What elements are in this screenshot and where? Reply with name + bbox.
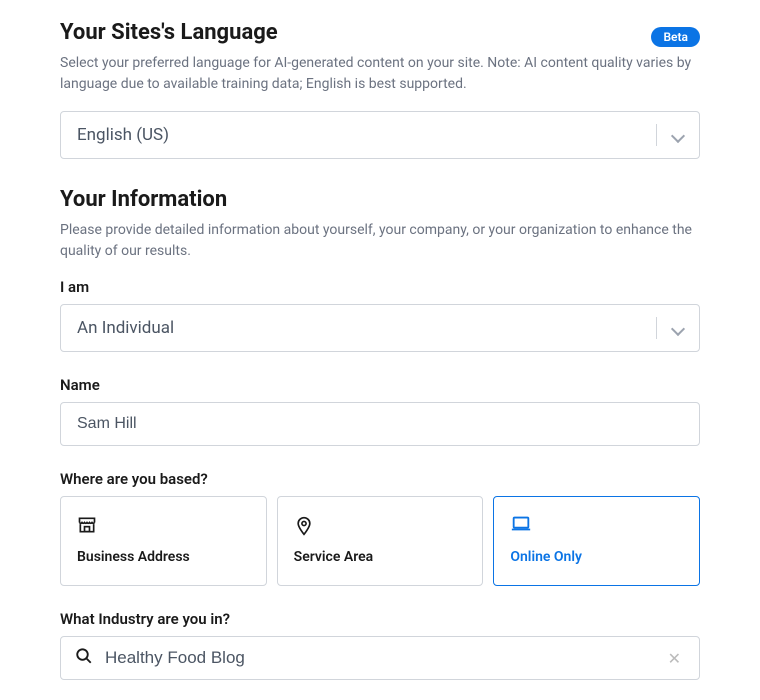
chevron-down-icon (656, 317, 683, 339)
industry-search[interactable]: ✕ (60, 636, 700, 680)
language-select[interactable]: English (US) (60, 111, 700, 159)
chevron-down-icon (656, 124, 683, 146)
information-description: Please provide detailed information abou… (60, 220, 700, 262)
storefront-icon (77, 515, 250, 549)
industry-input[interactable] (105, 648, 652, 668)
based-field: Where are you based? Business Address (60, 470, 700, 586)
industry-label: What Industry are you in? (60, 610, 700, 628)
name-input[interactable] (60, 402, 700, 446)
iam-select[interactable]: An Individual (60, 304, 700, 352)
industry-field: What Industry are you in? ✕ (60, 610, 700, 680)
option-service-area[interactable]: Service Area (277, 496, 484, 586)
information-section: Your Information Please provide detailed… (60, 187, 700, 680)
name-field: Name (60, 376, 700, 446)
language-title: Your Sites's Language (60, 20, 278, 45)
language-section: Your Sites's Language Beta Select your p… (60, 20, 700, 159)
option-business-address[interactable]: Business Address (60, 496, 267, 586)
iam-field: I am An Individual (60, 278, 700, 352)
laptop-icon (510, 515, 683, 549)
language-description: Select your preferred language for AI-ge… (60, 53, 700, 95)
iam-selected-value: An Individual (77, 318, 648, 338)
based-label: Where are you based? (60, 470, 700, 488)
beta-badge: Beta (651, 27, 700, 47)
information-title: Your Information (60, 187, 700, 212)
search-icon (75, 647, 93, 669)
option-service-label: Service Area (294, 549, 467, 565)
location-pin-icon (294, 515, 467, 549)
option-online-label: Online Only (510, 549, 683, 565)
iam-label: I am (60, 278, 700, 296)
name-label: Name (60, 376, 700, 394)
option-online-only[interactable]: Online Only (493, 496, 700, 586)
option-business-label: Business Address (77, 549, 250, 565)
language-selected-value: English (US) (77, 125, 648, 145)
clear-icon[interactable]: ✕ (664, 649, 685, 668)
